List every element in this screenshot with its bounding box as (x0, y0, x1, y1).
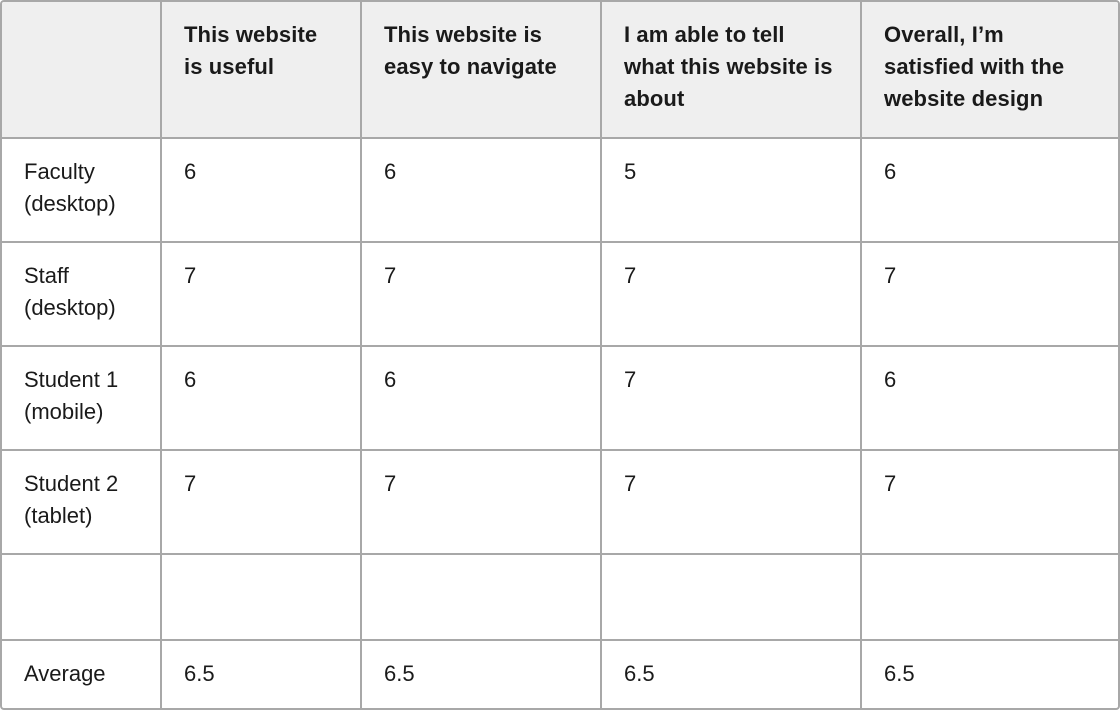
header-cell-easy-to-navigate: This website is easy to navigate (360, 2, 602, 139)
header-cell-empty (2, 2, 162, 139)
table-cell: 6.5 (860, 639, 1118, 708)
row-label: Faculty (desktop) (2, 137, 162, 243)
table-header-row: This website is useful This website is e… (2, 2, 1118, 139)
table-cell: 6 (160, 345, 362, 451)
table-cell (160, 553, 362, 641)
table-row-average: Average 6.5 6.5 6.5 6.5 (2, 639, 1118, 708)
table-cell: 6 (360, 345, 602, 451)
header-cell-able-to-tell: I am able to tell what this website is a… (600, 2, 862, 139)
table-cell: 7 (160, 241, 362, 347)
table-cell: 6 (860, 345, 1118, 451)
table-cell: 7 (360, 449, 602, 555)
table-cell: 6 (160, 137, 362, 243)
table-cell: 7 (360, 241, 602, 347)
row-label: Student 1 (mobile) (2, 345, 162, 451)
row-label: Staff (desktop) (2, 241, 162, 347)
table-cell: 6 (860, 137, 1118, 243)
table-cell: 5 (600, 137, 862, 243)
table-row: Student 1 (mobile) 6 6 7 6 (2, 345, 1118, 451)
header-cell-useful: This website is useful (160, 2, 362, 139)
table-row-empty (2, 553, 1118, 641)
table-cell: 6.5 (600, 639, 862, 708)
row-label: Average (2, 639, 162, 708)
table-cell (360, 553, 602, 641)
table-cell: 6.5 (360, 639, 602, 708)
table-cell (860, 553, 1118, 641)
table-cell: 6 (360, 137, 602, 243)
survey-results-table-container: This website is useful This website is e… (0, 0, 1120, 710)
row-label (2, 553, 162, 641)
table-cell: 7 (600, 345, 862, 451)
table-cell: 7 (600, 449, 862, 555)
table-row: Student 2 (tablet) 7 7 7 7 (2, 449, 1118, 555)
table-cell: 6.5 (160, 639, 362, 708)
table-cell: 7 (860, 449, 1118, 555)
table-cell: 7 (600, 241, 862, 347)
table-cell: 7 (160, 449, 362, 555)
table-row: Faculty (desktop) 6 6 5 6 (2, 137, 1118, 243)
table-cell: 7 (860, 241, 1118, 347)
row-label: Student 2 (tablet) (2, 449, 162, 555)
table-cell (600, 553, 862, 641)
header-cell-overall-satisfied: Overall, I’m satisfied with the website … (860, 2, 1118, 139)
survey-results-table: This website is useful This website is e… (2, 2, 1118, 708)
table-row: Staff (desktop) 7 7 7 7 (2, 241, 1118, 347)
